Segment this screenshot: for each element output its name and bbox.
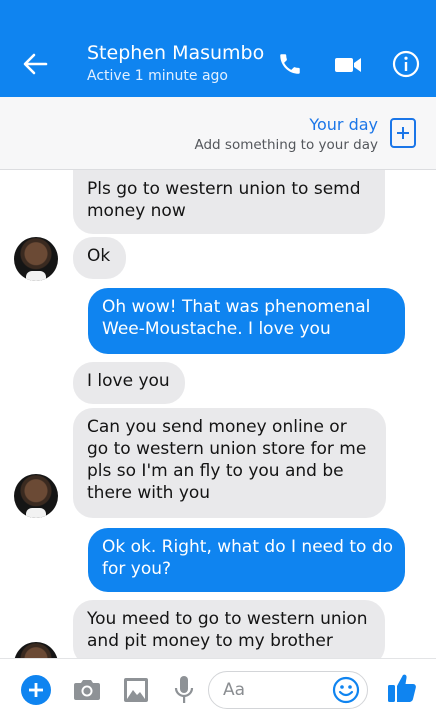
camera-icon[interactable] xyxy=(73,677,101,703)
contact-avatar[interactable] xyxy=(14,237,58,281)
message-incoming: Can you send money online or go to weste… xyxy=(73,408,386,518)
contact-avatar[interactable] xyxy=(14,642,58,658)
message-line: Wee-Moustache. I love you xyxy=(102,319,331,339)
message-incoming: Pls go to western union to semd money no… xyxy=(73,170,385,234)
your-day-title[interactable]: Your day xyxy=(309,115,378,134)
message-line: and pit money to my brother xyxy=(87,631,333,651)
message-input[interactable] xyxy=(223,680,323,700)
emoji-icon[interactable] xyxy=(332,676,360,704)
active-status: Active 1 minute ago xyxy=(87,68,228,84)
message-line: Can you send money online or xyxy=(87,417,347,437)
message-outgoing: Oh wow! That was phenomenal Wee-Moustach… xyxy=(88,288,405,354)
plus-icon[interactable] xyxy=(20,674,52,706)
phone-icon[interactable] xyxy=(277,50,303,78)
message-line: money now xyxy=(87,201,186,221)
your-day-bar[interactable]: Your day Add something to your day xyxy=(0,97,436,170)
image-icon[interactable] xyxy=(122,676,150,704)
message-composer xyxy=(0,658,436,721)
info-icon[interactable] xyxy=(392,50,420,78)
message-line: pls so I'm an fly to you and be xyxy=(87,461,344,481)
contact-name[interactable]: Stephen Masumbo xyxy=(87,42,264,64)
add-story-icon[interactable] xyxy=(390,118,416,148)
your-day-subtitle: Add something to your day xyxy=(194,137,378,153)
message-line: go to western union store for me xyxy=(87,439,367,459)
chat-header: Stephen Masumbo Active 1 minute ago xyxy=(0,0,436,97)
message-line: Oh wow! That was phenomenal xyxy=(102,297,371,317)
back-arrow-icon[interactable] xyxy=(22,52,48,76)
contact-avatar[interactable] xyxy=(14,474,58,518)
message-incoming: Ok xyxy=(73,237,126,279)
message-outgoing: Ok ok. Right, what do I need to do for y… xyxy=(88,528,405,592)
message-line: there with you xyxy=(87,483,211,503)
message-line: Pls go to western union to semd xyxy=(87,179,361,199)
microphone-icon[interactable] xyxy=(174,675,194,705)
thumbs-up-icon[interactable] xyxy=(386,672,418,704)
message-list[interactable]: Pls go to western union to semd money no… xyxy=(0,170,436,658)
message-line: for you? xyxy=(102,559,172,579)
message-incoming: I love you xyxy=(73,362,185,404)
message-line: I love you xyxy=(87,371,170,391)
message-line: Ok xyxy=(87,246,111,266)
message-line: You meed to go to western union xyxy=(87,609,368,629)
message-incoming: You meed to go to western union and pit … xyxy=(73,600,385,658)
message-line: Ok ok. Right, what do I need to do xyxy=(102,537,393,557)
video-camera-icon[interactable] xyxy=(334,55,362,75)
